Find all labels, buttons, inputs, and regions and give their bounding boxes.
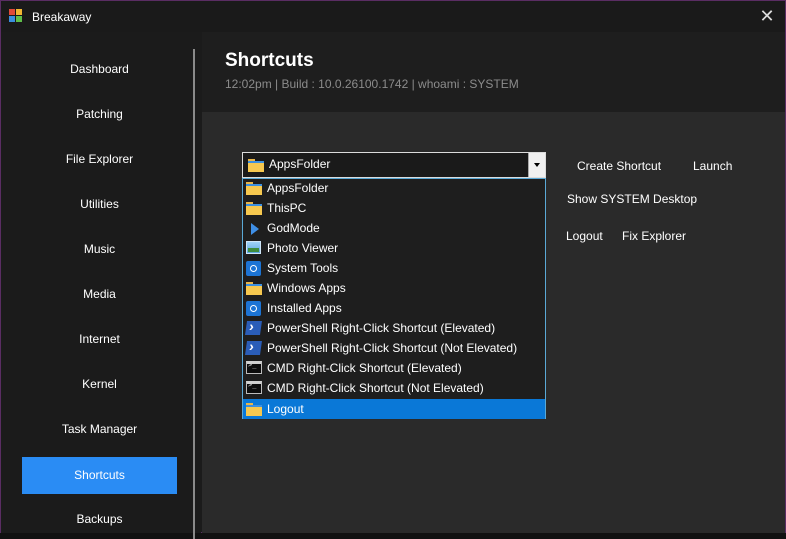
settings-icon [246,301,262,316]
page-header: Shortcuts 12:02pm | Build : 10.0.26100.1… [202,32,785,112]
sidebar-item-file-explorer[interactable]: File Explorer [22,141,177,178]
show-system-desktop-button[interactable]: Show SYSTEM Desktop [567,192,697,206]
dropdown-option[interactable]: AppsFolder [243,178,545,198]
sidebar-item-dashboard[interactable]: Dashboard [22,51,177,88]
dropdown-option-highlighted[interactable]: Logout [243,399,545,419]
cmd-icon [246,361,262,376]
sidebar-item-patching[interactable]: Patching [22,96,177,133]
sidebar-item-backups[interactable]: Backups [22,501,177,538]
photo-icon [246,241,262,256]
close-icon[interactable]: ✕ [757,6,777,26]
shortcut-dropdown-list: AppsFolder ThisPC GodMode Photo Viewer S… [242,178,546,419]
page-title: Shortcuts [225,50,314,71]
play-icon [246,221,262,236]
folder-icon [246,201,262,216]
status-line: 12:02pm | Build : 10.0.26100.1742 | whoa… [225,77,519,91]
dropdown-arrow-button[interactable] [528,153,545,177]
sidebar-item-kernel[interactable]: Kernel [22,366,177,403]
dropdown-option[interactable]: System Tools [243,258,545,278]
cmd-icon [246,381,262,396]
folder-icon [246,402,262,417]
sidebar-item-shortcuts[interactable]: Shortcuts [22,457,177,494]
window-title: Breakaway [32,10,92,24]
powershell-icon [245,341,262,356]
logout-button[interactable]: Logout [566,229,603,243]
sidebar: Dashboard Patching File Explorer Utiliti… [1,32,201,539]
launch-button[interactable]: Launch [693,159,732,173]
folder-icon [248,158,264,172]
sidebar-item-task-manager[interactable]: Task Manager [22,411,177,448]
fix-explorer-button[interactable]: Fix Explorer [622,229,686,243]
sidebar-item-utilities[interactable]: Utilities [22,186,177,223]
shortcut-select-value: AppsFolder [269,157,331,171]
dropdown-option[interactable]: Installed Apps [243,298,545,318]
dropdown-option[interactable]: Photo Viewer [243,238,545,258]
dropdown-option[interactable]: PowerShell Right-Click Shortcut (Elevate… [243,318,545,338]
sidebar-item-music[interactable]: Music [22,231,177,268]
dropdown-option[interactable]: CMD Right-Click Shortcut (Elevated) [243,358,545,378]
folder-icon [246,281,262,296]
title-bar[interactable]: Breakaway ✕ [1,1,785,32]
sidebar-item-media[interactable]: Media [22,276,177,313]
settings-icon [246,261,262,276]
dropdown-option[interactable]: GodMode [243,218,545,238]
shortcut-select[interactable]: AppsFolder [242,152,546,178]
sidebar-divider [193,49,195,539]
app-window: Breakaway ✕ Dashboard Patching File Expl… [0,0,786,539]
dropdown-option[interactable]: Windows Apps [243,278,545,298]
dropdown-option[interactable]: CMD Right-Click Shortcut (Not Elevated) [243,378,545,398]
sidebar-item-internet[interactable]: Internet [22,321,177,358]
create-shortcut-button[interactable]: Create Shortcut [577,159,661,173]
dropdown-option[interactable]: ThisPC [243,198,545,218]
powershell-icon [245,321,262,336]
folder-icon [246,181,262,196]
chevron-down-icon [534,163,540,167]
app-logo-icon [9,9,24,23]
dropdown-option[interactable]: PowerShell Right-Click Shortcut (Not Ele… [243,338,545,358]
